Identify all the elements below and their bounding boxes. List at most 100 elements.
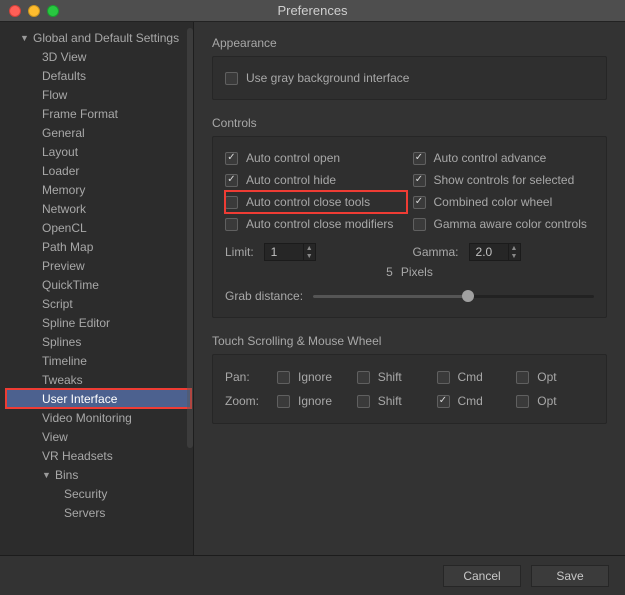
checkbox-zoom-opt[interactable] (516, 395, 529, 408)
tree-item-label: Memory (42, 183, 85, 197)
chevron-up-icon[interactable]: ▲ (508, 244, 520, 252)
row-zoom: Zoom: Ignore Shift Cmd Opt (225, 389, 594, 413)
row-gamma-aware[interactable]: Gamma aware color controls (413, 213, 595, 235)
checkbox-close-mods[interactable] (225, 218, 238, 231)
tree-item-label: Servers (64, 506, 105, 520)
row-gray-bg[interactable]: Use gray background interface (225, 67, 594, 89)
tree-item-vr-headsets[interactable]: VR Headsets (6, 446, 191, 465)
checkbox-pan-shift[interactable] (357, 371, 370, 384)
zoom-shift[interactable]: Shift (357, 394, 435, 408)
tree-item-spline-editor[interactable]: Spline Editor (6, 313, 191, 332)
tree-item-script[interactable]: Script (6, 294, 191, 313)
window-title: Preferences (0, 3, 625, 18)
value-limit: 1 (271, 245, 278, 259)
tree-item-label: Path Map (42, 240, 93, 254)
pan-cmd[interactable]: Cmd (437, 370, 515, 384)
pan-shift[interactable]: Shift (357, 370, 435, 384)
row-show-selected[interactable]: Show controls for selected (413, 169, 595, 191)
row-auto-advance[interactable]: Auto control advance (413, 147, 595, 169)
checkbox-zoom-shift[interactable] (357, 395, 370, 408)
row-limit: Limit: 1 ▲▼ (225, 241, 407, 263)
chevron-down-icon[interactable]: ▼ (508, 252, 520, 260)
tree-item-label: Preview (42, 259, 85, 273)
tree-item-layout[interactable]: Layout (6, 142, 191, 161)
slider-knob[interactable] (462, 290, 474, 302)
tree-item-timeline[interactable]: Timeline (6, 351, 191, 370)
tree-item-tweaks[interactable]: Tweaks (6, 370, 191, 389)
row-pixels: 5 Pixels (225, 263, 594, 281)
label-combined-wheel: Combined color wheel (434, 195, 553, 209)
label-mod: Shift (378, 370, 402, 384)
checkbox-auto-hide[interactable] (225, 174, 238, 187)
tree-item-preview[interactable]: Preview (6, 256, 191, 275)
appearance-group: Use gray background interface (212, 56, 607, 100)
checkbox-pan-ignore[interactable] (277, 371, 290, 384)
tree-item-label: Defaults (42, 69, 86, 83)
tree-item-3d-view[interactable]: 3D View (6, 47, 191, 66)
spinner-limit[interactable]: ▲▼ (303, 244, 315, 260)
tree-item-user-interface[interactable]: User Interface (6, 389, 191, 408)
chevron-down-icon[interactable]: ▼ (303, 252, 315, 260)
tree-item-flow[interactable]: Flow (6, 85, 191, 104)
checkbox-zoom-ignore[interactable] (277, 395, 290, 408)
checkbox-pan-opt[interactable] (516, 371, 529, 384)
row-combined-wheel[interactable]: Combined color wheel (413, 191, 595, 213)
row-auto-open[interactable]: Auto control open (225, 147, 407, 169)
zoom-ignore[interactable]: Ignore (277, 394, 355, 408)
zoom-cmd[interactable]: Cmd (437, 394, 515, 408)
slider-grab-distance[interactable] (313, 295, 594, 298)
tree-item-splines[interactable]: Splines (6, 332, 191, 351)
label-auto-advance: Auto control advance (434, 151, 547, 165)
tree-item-video-monitoring[interactable]: Video Monitoring (6, 408, 191, 427)
checkbox-show-selected[interactable] (413, 174, 426, 187)
label-mod: Ignore (298, 370, 332, 384)
label-gamma: Gamma: (413, 245, 459, 259)
spinner-gamma[interactable]: ▲▼ (508, 244, 520, 260)
row-auto-hide[interactable]: Auto control hide (225, 169, 407, 191)
main-panel: Appearance Use gray background interface… (194, 22, 625, 555)
tree-item-path-map[interactable]: Path Map (6, 237, 191, 256)
checkbox-combined-wheel[interactable] (413, 196, 426, 209)
tree-item-label: Layout (42, 145, 78, 159)
row-close-tools[interactable]: Auto control close tools (225, 191, 407, 213)
row-close-mods[interactable]: Auto control close modifiers (225, 213, 407, 235)
checkbox-auto-open[interactable] (225, 152, 238, 165)
tree-item-label: QuickTime (42, 278, 99, 292)
input-limit[interactable]: 1 ▲▼ (264, 243, 316, 261)
label-gamma-aware: Gamma aware color controls (434, 217, 587, 231)
tree-item-frame-format[interactable]: Frame Format (6, 104, 191, 123)
tree-branch-label: Bins (55, 468, 78, 482)
checkbox-gamma-aware[interactable] (413, 218, 426, 231)
tree-item-servers[interactable]: Servers (6, 503, 191, 522)
tree-item-security[interactable]: Security (6, 484, 191, 503)
tree-item-label: Flow (42, 88, 67, 102)
tree-item-memory[interactable]: Memory (6, 180, 191, 199)
zoom-opt[interactable]: Opt (516, 394, 594, 408)
input-gamma[interactable]: 2.0 ▲▼ (469, 243, 521, 261)
tree-item-defaults[interactable]: Defaults (6, 66, 191, 85)
row-grab-distance: Grab distance: (225, 285, 594, 307)
sidebar-scrollbar[interactable] (187, 28, 193, 448)
tree-branch-bins[interactable]: ▼ Bins (6, 465, 191, 484)
label-limit: Limit: (225, 245, 254, 259)
tree-item-label: View (42, 430, 68, 444)
tree-item-network[interactable]: Network (6, 199, 191, 218)
pan-ignore[interactable]: Ignore (277, 370, 355, 384)
checkbox-close-tools[interactable] (225, 196, 238, 209)
checkbox-auto-advance[interactable] (413, 152, 426, 165)
save-button[interactable]: Save (531, 565, 609, 587)
checkbox-zoom-cmd[interactable] (437, 395, 450, 408)
tree-item-opencl[interactable]: OpenCL (6, 218, 191, 237)
tree-item-quicktime[interactable]: QuickTime (6, 275, 191, 294)
chevron-up-icon[interactable]: ▲ (303, 244, 315, 252)
pan-opt[interactable]: Opt (516, 370, 594, 384)
label-grab-distance: Grab distance: (225, 289, 303, 303)
tree-item-loader[interactable]: Loader (6, 161, 191, 180)
tree-item-label: 3D View (42, 50, 86, 64)
tree-item-general[interactable]: General (6, 123, 191, 142)
cancel-button[interactable]: Cancel (443, 565, 521, 587)
checkbox-pan-cmd[interactable] (437, 371, 450, 384)
tree-item-view[interactable]: View (6, 427, 191, 446)
checkbox-gray-bg[interactable] (225, 72, 238, 85)
tree-root-global-settings[interactable]: ▼ Global and Default Settings (6, 28, 191, 47)
